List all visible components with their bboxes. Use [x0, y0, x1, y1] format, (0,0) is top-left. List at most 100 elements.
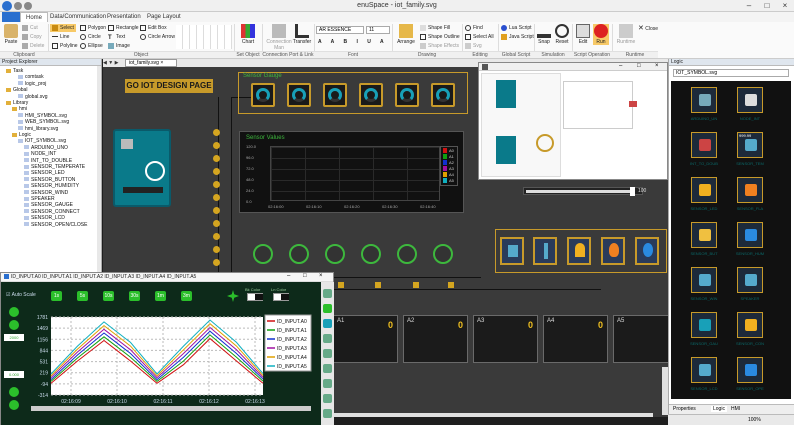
text-tool[interactable]: T Text	[108, 33, 125, 41]
ln-color-swatch[interactable]	[273, 293, 289, 301]
minimize-button[interactable]: –	[740, 0, 758, 12]
chart-tool-icon[interactable]	[323, 364, 332, 373]
circle-tool[interactable]: Circle	[80, 33, 101, 41]
time-range-button[interactable]: 30s	[129, 291, 140, 301]
logic-item-tile[interactable]	[737, 177, 763, 203]
connector-pin[interactable]	[213, 194, 220, 201]
auto-scale-checkbox[interactable]: ☑ Auto Scale	[6, 292, 36, 298]
tree-item[interactable]: INT_TO_DOUBLE	[24, 158, 72, 164]
logic-item-tile[interactable]	[691, 87, 717, 113]
connector-pin[interactable]	[213, 246, 220, 253]
lcd-display[interactable]: A4 0	[543, 315, 608, 363]
chart-close-button[interactable]: ×	[319, 273, 323, 279]
tree-item[interactable]: Task	[6, 68, 23, 74]
paste-button[interactable]: Paste	[3, 24, 19, 45]
line-tool[interactable]: Line	[52, 33, 69, 41]
canvas-slider[interactable]: 100	[523, 187, 646, 196]
font-name-select[interactable]: AR ESSENCE	[316, 26, 364, 34]
logic-item-tile[interactable]	[737, 267, 763, 293]
time-range-button[interactable]: 1s	[51, 291, 62, 301]
page-banner[interactable]: GO IOT DESIGN PAGE	[125, 79, 213, 93]
chart-tool-icon[interactable]	[323, 394, 332, 403]
arrange-button[interactable]: Arrange	[395, 24, 417, 45]
dial-knob[interactable]	[433, 244, 453, 264]
chart-tool-icon[interactable]	[323, 409, 332, 418]
scale-up-icon[interactable]	[9, 307, 19, 317]
chart-tool-icon[interactable]	[323, 304, 332, 313]
tree-item[interactable]: SENSOR_BUTTON	[24, 177, 75, 183]
logic-item-tile[interactable]	[737, 357, 763, 383]
tree-item[interactable]: SENSOR_WIND	[24, 190, 68, 196]
flame-tile[interactable]	[601, 237, 625, 265]
close-doc-button[interactable]: ✕ Close	[638, 25, 658, 33]
connector-pin[interactable]	[213, 142, 220, 149]
tree-item[interactable]: Global	[6, 87, 27, 93]
font-size-select[interactable]: 11	[366, 26, 390, 34]
preview-minimize-button[interactable]: –	[619, 63, 622, 69]
cut-button[interactable]: Cut	[22, 24, 38, 32]
tab-home[interactable]: Home	[20, 12, 49, 22]
logic-item-tile[interactable]	[691, 132, 717, 158]
tree-item[interactable]: SENSOR_TEMPERATE	[24, 164, 85, 170]
connector-pin[interactable]	[213, 129, 220, 136]
shape-fill-button[interactable]: Shape Fill	[420, 24, 450, 32]
image-tool[interactable]: Image	[108, 42, 130, 50]
tree-item[interactable]: SENSOR_LED	[24, 170, 65, 176]
tab-properties[interactable]: Properties	[673, 406, 696, 412]
snap-button[interactable]: Snap	[537, 24, 551, 45]
preview-close-button[interactable]: ×	[655, 63, 659, 69]
tree-item[interactable]: SPEAKER	[24, 196, 55, 202]
connector-pin[interactable]	[213, 207, 220, 214]
tab-logic[interactable]: Logic	[711, 406, 727, 412]
chart-tool-icon[interactable]	[323, 349, 332, 358]
chart-tool-icon[interactable]	[323, 334, 332, 343]
tree-item[interactable]: SENSOR_LCD	[24, 215, 65, 221]
gauge-widget[interactable]	[359, 83, 383, 107]
tree-item[interactable]: comtask	[18, 74, 44, 80]
led-tile[interactable]	[567, 237, 591, 265]
thermometer-tile[interactable]	[533, 237, 557, 265]
chart-tool-icon[interactable]	[323, 319, 332, 328]
shape-effects-button[interactable]: Shape Effects	[420, 42, 459, 50]
explorer-scrollbar[interactable]	[97, 66, 101, 272]
lcd-display[interactable]: A2 0	[403, 315, 468, 363]
lcd-display[interactable]: A1 0	[333, 315, 398, 363]
gauge-widget[interactable]	[431, 83, 455, 107]
tree-item[interactable]: SENSOR_OPEN/CLOSE	[24, 222, 87, 228]
tab-nav-arrows[interactable]: ◀ ▼ ▶	[103, 59, 123, 67]
tree-item[interactable]: SENSOR_GAUGE	[24, 202, 73, 208]
dial-knob[interactable]	[397, 244, 417, 264]
tree-item[interactable]: Logic	[12, 132, 31, 138]
time-range-button[interactable]: 10s	[103, 291, 114, 301]
close-button[interactable]: ×	[776, 0, 794, 12]
preview-slider[interactable]	[529, 179, 645, 187]
tree-item[interactable]: SENSOR_CONNECT	[24, 209, 80, 215]
chart-hscroll[interactable]	[31, 406, 311, 411]
droplet-tile[interactable]	[635, 237, 659, 265]
circle-arrow-tool[interactable]: Circle Arrow	[140, 33, 175, 41]
bk-color-swatch[interactable]	[247, 293, 263, 301]
logic-item-tile[interactable]	[691, 222, 717, 248]
connector-pin[interactable]	[213, 168, 220, 175]
shape-gallery[interactable]	[176, 25, 232, 49]
wind-tile[interactable]	[500, 237, 524, 265]
slider-thumb[interactable]	[630, 187, 635, 196]
chart-maximize-button[interactable]: □	[303, 273, 307, 279]
logic-item-tile[interactable]	[737, 312, 763, 338]
tree-item[interactable]: hmi_library.svg	[18, 126, 58, 132]
tree-item[interactable]: Library	[6, 100, 28, 106]
logic-item-tile[interactable]	[691, 267, 717, 293]
edit-button[interactable]: Edit	[575, 24, 591, 45]
connector-pin[interactable]	[213, 259, 220, 266]
preview-window[interactable]: – □ ×	[478, 62, 668, 180]
edit-box-tool[interactable]: Edit Box	[140, 24, 167, 32]
dial-knob[interactable]	[289, 244, 309, 264]
close-tab-icon[interactable]: ×	[160, 60, 163, 66]
ymin-field[interactable]: 0.000	[4, 371, 24, 378]
polyline-tool[interactable]: Polyline	[52, 42, 78, 50]
logic-file-select[interactable]: IOT_SYMBOL.svg	[673, 69, 789, 77]
polygon-tool[interactable]: Polygon	[80, 24, 106, 32]
shape-outline-button[interactable]: Shape Outline	[420, 33, 460, 41]
logic-item-tile[interactable]	[737, 87, 763, 113]
scale-down-icon[interactable]	[9, 320, 19, 330]
